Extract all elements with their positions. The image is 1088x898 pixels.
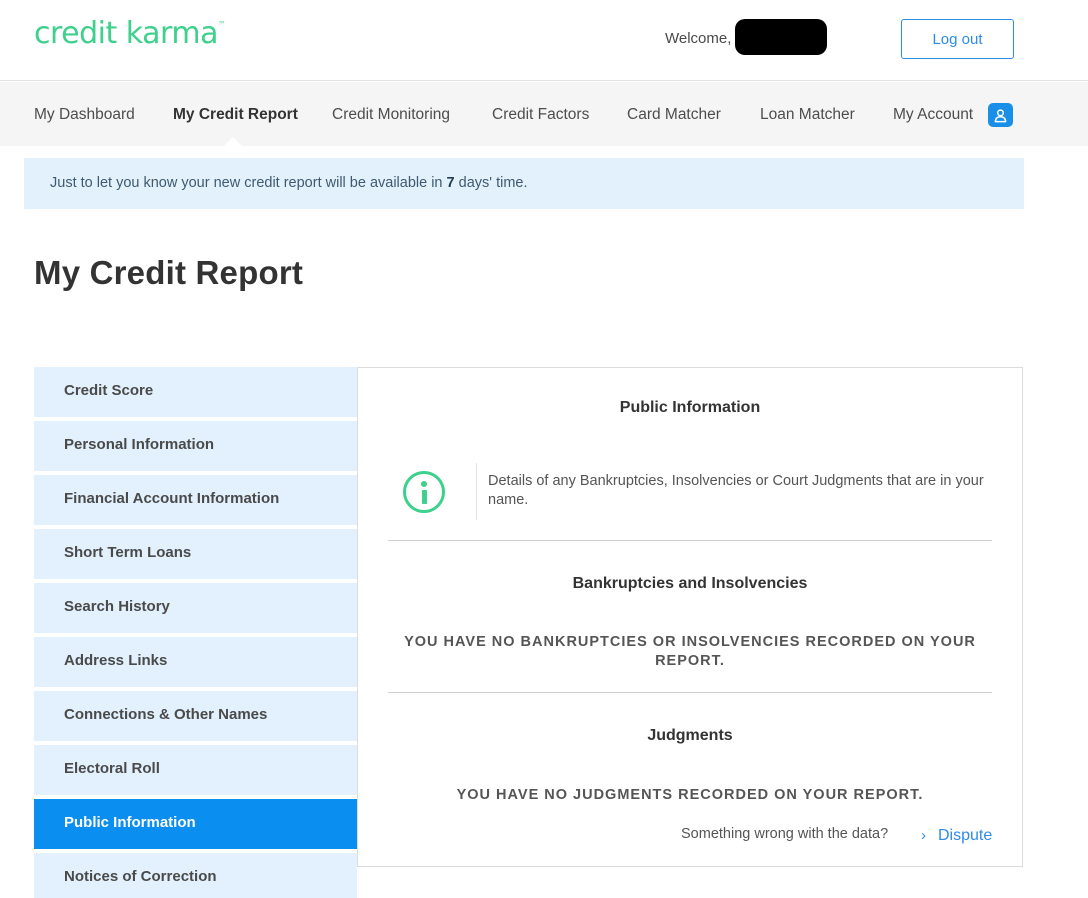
section-divider [388, 692, 992, 693]
banner-days: 7 [446, 175, 455, 191]
user-icon[interactable] [988, 103, 1013, 127]
dispute-link[interactable]: › Dispute [921, 827, 992, 845]
sidebar-item-search-history[interactable]: Search History [34, 583, 357, 633]
public-information-panel: Public Information Details of any Bankru… [357, 367, 1023, 867]
nav-item-my-credit-report[interactable]: My Credit Report [173, 106, 298, 124]
page-title: My Credit Report [34, 254, 304, 291]
nav-item-loan-matcher[interactable]: Loan Matcher [760, 106, 855, 124]
sidebar-item-public-information[interactable]: Public Information [34, 799, 366, 849]
nav-item-my-dashboard[interactable]: My Dashboard [34, 106, 135, 124]
sidebar-item-address-links[interactable]: Address Links [34, 637, 357, 687]
info-divider [476, 463, 477, 520]
judgments-empty-message: YOU HAVE NO JUDGMENTS RECORDED ON YOUR R… [456, 787, 924, 803]
sidebar-item-credit-score[interactable]: Credit Score [34, 367, 357, 417]
credit-karma-logo[interactable]: credit karma™ [34, 16, 226, 51]
info-icon-dot [421, 481, 427, 487]
logo-text: credit karma [34, 16, 218, 51]
logo-trademark: ™ [217, 20, 226, 29]
nav-item-my-account[interactable]: My Account [893, 106, 973, 124]
user-icon-glyph [994, 108, 1007, 122]
report-sidebar: Credit Score Personal Information Financ… [34, 367, 366, 898]
panel-title: Public Information [619, 399, 761, 416]
chevron-right-icon: › [921, 827, 926, 844]
nav-item-card-matcher[interactable]: Card Matcher [627, 106, 721, 124]
bankruptcies-empty-message: YOU HAVE NO BANKRUPTCIES OR INSOLVENCIES… [404, 634, 976, 669]
logout-button[interactable]: Log out [901, 19, 1014, 59]
info-banner: Just to let you know your new credit rep… [24, 158, 1024, 209]
sidebar-item-financial-account-information[interactable]: Financial Account Information [34, 475, 357, 525]
bankruptcies-title: Bankruptcies and Insolvencies [572, 575, 808, 592]
welcome-label: Welcome, [665, 30, 732, 47]
sidebar-item-personal-information[interactable]: Personal Information [34, 421, 357, 471]
info-icon [403, 471, 445, 513]
sidebar-item-notices-of-correction[interactable]: Notices of Correction [34, 853, 357, 898]
judgments-title: Judgments [647, 727, 733, 744]
sidebar-item-connections-other-names[interactable]: Connections & Other Names [34, 691, 357, 741]
nav-item-credit-factors[interactable]: Credit Factors [492, 106, 589, 124]
site-header: credit karma™ Welcome, Log out [0, 0, 1088, 81]
section-divider [388, 540, 992, 541]
dispute-label: Dispute [938, 827, 993, 844]
banner-text-after: days' time. [454, 175, 528, 191]
info-icon-bar [421, 490, 427, 504]
wrong-data-prompt: Something wrong with the data? [681, 826, 889, 842]
banner-text-before: Just to let you know your new credit rep… [50, 175, 447, 191]
main-nav: My Dashboard My Credit Report Credit Mon… [0, 82, 1088, 146]
info-description: Details of any Bankruptcies, Insolvencie… [488, 473, 984, 508]
redacted-username [735, 19, 827, 55]
sidebar-item-short-term-loans[interactable]: Short Term Loans [34, 529, 357, 579]
active-nav-caret [224, 137, 242, 146]
nav-item-credit-monitoring[interactable]: Credit Monitoring [332, 106, 450, 124]
sidebar-item-electoral-roll[interactable]: Electoral Roll [34, 745, 357, 795]
